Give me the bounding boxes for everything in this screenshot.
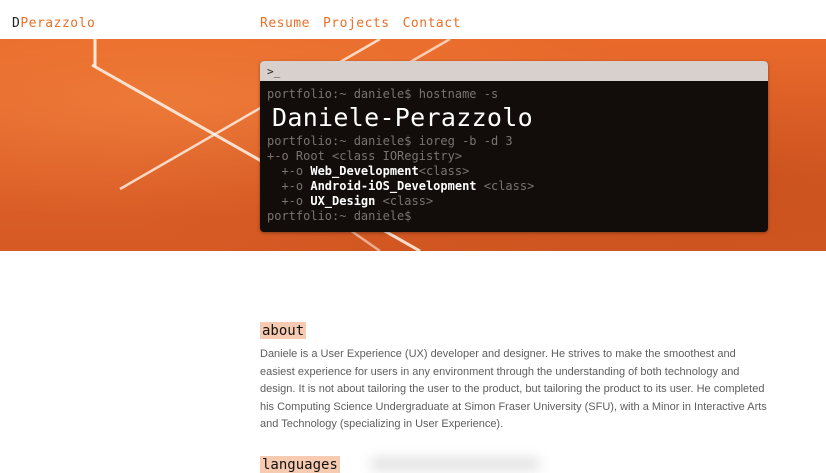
nav-menu: Resume Projects Contact — [260, 16, 461, 31]
terminal-root-line: +-o Root <class IORegistry> — [267, 149, 463, 163]
nav-link-projects[interactable]: Projects — [323, 16, 390, 31]
floating-shadow — [370, 458, 540, 470]
nav-link-contact[interactable]: Contact — [403, 16, 461, 31]
nav-link-resume[interactable]: Resume — [260, 16, 310, 31]
terminal-prompt: portfolio:~ daniele$ — [267, 209, 412, 223]
skill-android-ios-development[interactable]: Android-iOS_Development — [310, 179, 476, 193]
terminal-command-hostname: portfolio:~ daniele$ hostname -s — [267, 87, 499, 101]
terminal-entry: +-o Android-iOS_Development <class> — [267, 179, 535, 193]
brand-name: Perazzolo — [20, 16, 96, 31]
terminal-entry: +-o Web_Development<class> — [267, 164, 470, 178]
skill-ux-design[interactable]: UX_Design — [310, 194, 375, 208]
terminal-window: >_ portfolio:~ daniele$ hostname -s Dani… — [260, 61, 768, 232]
about-heading: about — [260, 322, 307, 339]
terminal-hostname-output: Daniele-Perazzolo — [272, 103, 533, 132]
terminal-titlebar: >_ — [260, 61, 768, 81]
skill-web-development[interactable]: Web_Development — [310, 164, 418, 178]
terminal-entry: +-o UX_Design <class> — [267, 194, 434, 208]
terminal-body: portfolio:~ daniele$ hostname -s Daniele… — [260, 81, 768, 224]
terminal-command-ioreg: portfolio:~ daniele$ ioreg -b -d 3 — [267, 134, 513, 148]
about-paragraph: Daniele is a User Experience (UX) develo… — [260, 348, 767, 431]
about-section: about Daniele is a User Experience (UX) … — [260, 322, 770, 434]
top-navbar: DPerazzolo Resume Projects Contact — [0, 0, 826, 39]
brand-logo[interactable]: DPerazzolo — [12, 16, 95, 31]
